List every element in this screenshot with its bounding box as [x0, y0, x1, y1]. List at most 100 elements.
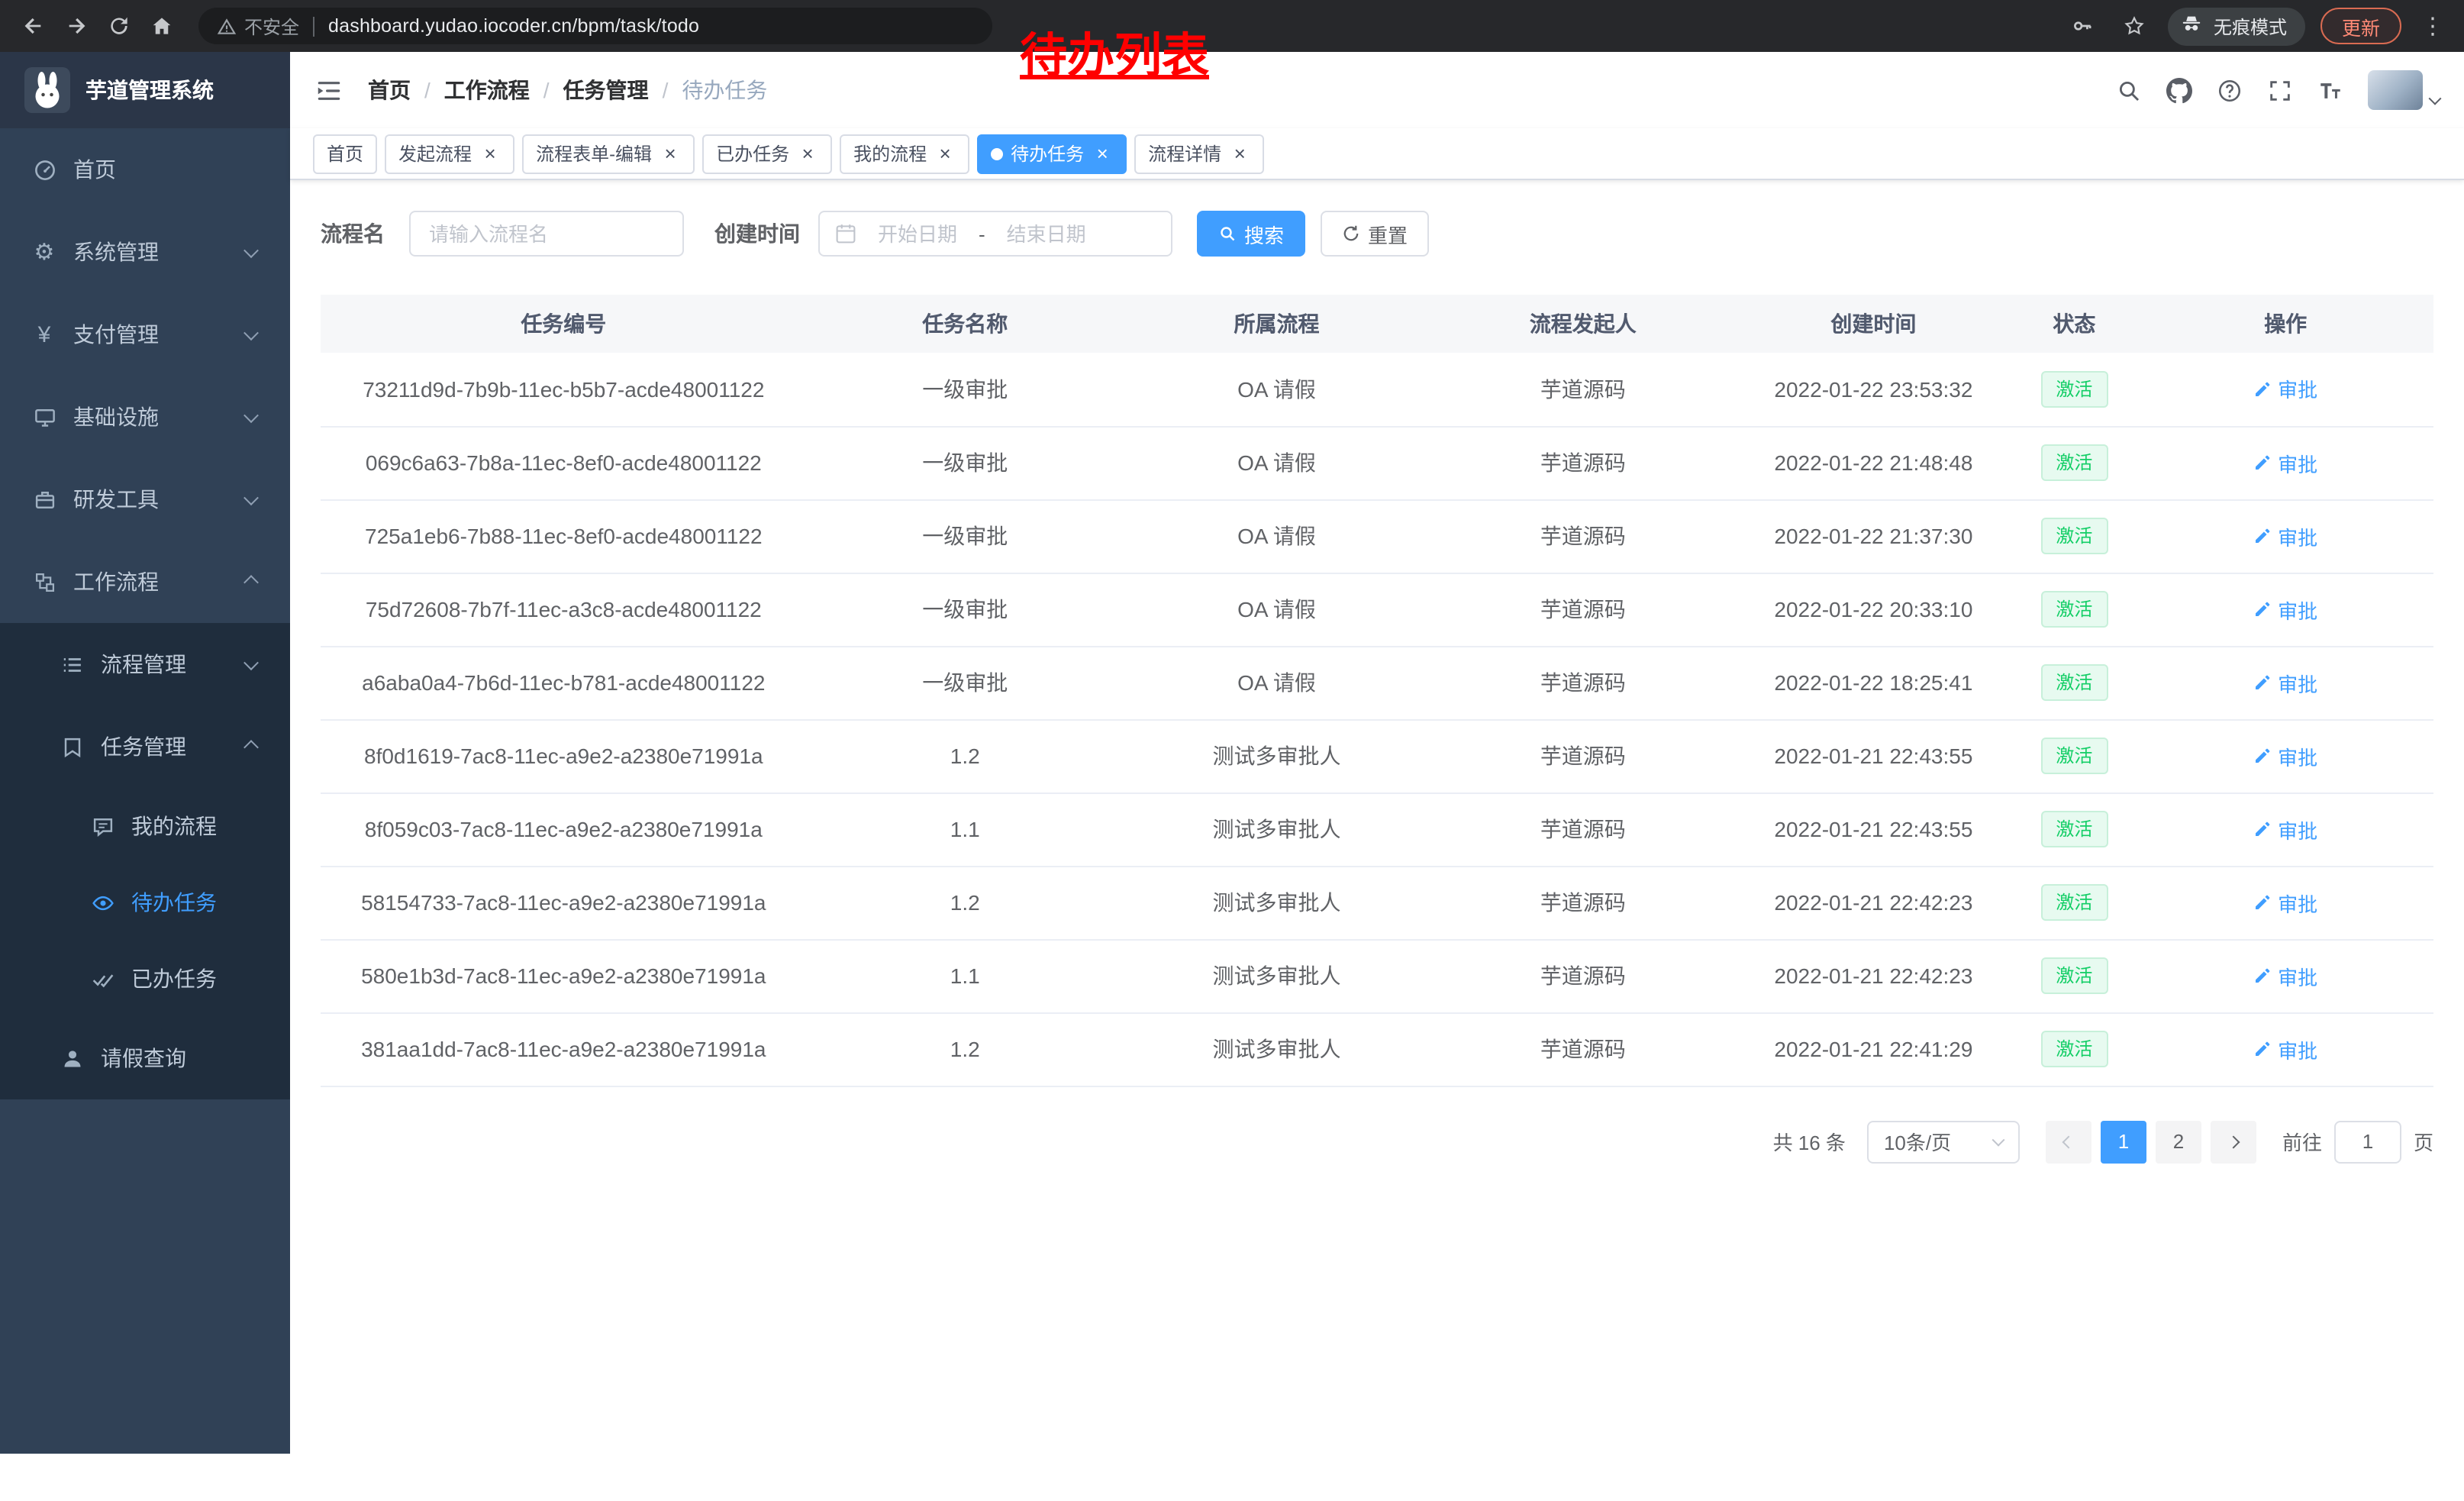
page-number-button[interactable]: 2: [2156, 1120, 2201, 1163]
browser-back-icon[interactable]: [15, 8, 52, 44]
end-date-input[interactable]: [992, 222, 1101, 245]
search-button[interactable]: 搜索: [1197, 211, 1305, 257]
goto-page-input[interactable]: [2334, 1120, 2401, 1163]
approve-link[interactable]: 审批: [2253, 888, 2317, 917]
sidebar-item[interactable]: 任务管理: [0, 705, 290, 788]
update-button[interactable]: 更新: [2320, 8, 2401, 44]
approve-link[interactable]: 审批: [2253, 815, 2317, 844]
address-bar[interactable]: 不安全 dashboard.yudao.iocoder.cn/bpm/task/…: [198, 8, 992, 44]
edit-icon: [2253, 1040, 2272, 1058]
column-header: 任务名称: [807, 295, 1124, 353]
browser-forward-icon[interactable]: [58, 8, 95, 44]
cell-task-name: 1.1: [807, 792, 1124, 866]
tab-item[interactable]: 流程详情 ×: [1134, 134, 1264, 173]
approve-link[interactable]: 审批: [2253, 595, 2317, 624]
approve-link[interactable]: 审批: [2253, 448, 2317, 477]
cell-status: 激活: [2011, 719, 2137, 792]
cell-task-name: 1.1: [807, 939, 1124, 1012]
divider: [313, 16, 314, 36]
approve-link[interactable]: 审批: [2253, 1035, 2317, 1064]
cell-task-id: 58154733-7ac8-11ec-a9e2-a2380e71991a: [321, 866, 807, 939]
tab-item[interactable]: 待办任务 ×: [977, 134, 1127, 173]
table-row: 069c6a63-7b8a-11ec-8ef0-acde48001122 一级审…: [321, 426, 2433, 499]
annotation-text: 待办列表: [1020, 17, 1209, 86]
search-icon[interactable]: [2116, 77, 2142, 103]
chevron-icon: [243, 324, 259, 340]
sidebar-item[interactable]: 工作流程: [0, 541, 290, 623]
font-size-icon[interactable]: [2317, 77, 2343, 103]
approve-link[interactable]: 审批: [2253, 741, 2317, 770]
app-logo[interactable]: 芋道管理系统: [0, 52, 290, 128]
next-page-button[interactable]: [2211, 1120, 2256, 1163]
tab-item[interactable]: 我的流程 ×: [840, 134, 969, 173]
status-badge: 激活: [2040, 738, 2108, 774]
breadcrumb-separator: /: [543, 78, 550, 102]
browser-home-icon[interactable]: [144, 8, 180, 44]
security-warning-icon[interactable]: [217, 16, 244, 36]
status-badge: 激活: [2040, 811, 2108, 847]
monitor-icon: [31, 403, 58, 431]
toolbox-icon: [31, 486, 58, 513]
approve-link[interactable]: 审批: [2253, 375, 2317, 404]
close-icon[interactable]: ×: [1092, 143, 1113, 164]
key-icon[interactable]: [2064, 8, 2101, 44]
tab-item[interactable]: 首页: [313, 134, 377, 173]
close-icon[interactable]: ×: [660, 143, 681, 164]
edit-icon: [2253, 454, 2272, 472]
sidebar-item[interactable]: ¥ 支付管理: [0, 293, 290, 376]
close-icon[interactable]: ×: [1229, 143, 1250, 164]
browser-reload-icon[interactable]: [101, 8, 137, 44]
cell-created-time: 2022-01-22 21:48:48: [1737, 426, 2011, 499]
column-header: 操作: [2137, 295, 2433, 353]
close-icon[interactable]: ×: [934, 143, 956, 164]
close-icon[interactable]: ×: [797, 143, 818, 164]
filter-name-label: 流程名: [321, 218, 385, 249]
process-name-input[interactable]: [409, 211, 684, 257]
star-icon[interactable]: [2116, 8, 2153, 44]
user-avatar[interactable]: [2368, 70, 2440, 110]
app: 芋道管理系统 首页 ⚙ 系统管理 ¥ 支付管理 基础设施 研发工具 工作流程 流…: [0, 52, 2464, 1501]
status-badge: 激活: [2040, 957, 2108, 994]
sidebar-toggle-icon[interactable]: [314, 76, 343, 105]
close-icon[interactable]: ×: [479, 143, 501, 164]
sidebar-item[interactable]: 我的流程: [0, 788, 290, 864]
browser-menu-icon[interactable]: ⋮: [2417, 12, 2449, 40]
help-icon[interactable]: [2217, 77, 2243, 103]
table-row: 58154733-7ac8-11ec-a9e2-a2380e71991a 1.2…: [321, 866, 2433, 939]
tab-item[interactable]: 发起流程 ×: [385, 134, 514, 173]
avatar-image: [2368, 70, 2423, 110]
sidebar-item[interactable]: 研发工具: [0, 458, 290, 541]
column-header: 流程发起人: [1430, 295, 1736, 353]
cell-task-name: 1.2: [807, 1012, 1124, 1086]
status-badge: 激活: [2040, 884, 2108, 921]
page-number-button[interactable]: 1: [2101, 1120, 2146, 1163]
list-icon: [58, 650, 85, 678]
sidebar-item[interactable]: 基础设施: [0, 376, 290, 458]
github-icon[interactable]: [2166, 77, 2192, 103]
fullscreen-icon[interactable]: [2267, 77, 2293, 103]
cell-action: 审批: [2137, 353, 2433, 426]
double-check-icon: [89, 965, 116, 993]
start-date-input[interactable]: [863, 222, 972, 245]
approve-link[interactable]: 审批: [2253, 961, 2317, 990]
user-icon: [58, 1044, 85, 1072]
sidebar-item[interactable]: 待办任务: [0, 864, 290, 941]
cell-action: 审批: [2137, 939, 2433, 1012]
page-numbers: 12: [2096, 1120, 2206, 1163]
date-range-picker[interactable]: -: [818, 211, 1172, 257]
sidebar-item[interactable]: 请假查询: [0, 1017, 290, 1099]
approve-link[interactable]: 审批: [2253, 668, 2317, 697]
sidebar-item[interactable]: 已办任务: [0, 941, 290, 1017]
approve-link[interactable]: 审批: [2253, 521, 2317, 550]
prev-page-button[interactable]: [2046, 1120, 2091, 1163]
chevron-icon: [243, 489, 259, 505]
sidebar-item[interactable]: ⚙ 系统管理: [0, 211, 290, 293]
page-size-select[interactable]: 10条/页: [1867, 1120, 2020, 1163]
reset-button[interactable]: 重置: [1321, 211, 1429, 257]
sidebar-item[interactable]: 首页: [0, 128, 290, 211]
cell-task-id: 725a1eb6-7b88-11ec-8ef0-acde48001122: [321, 499, 807, 573]
sidebar-item[interactable]: 流程管理: [0, 623, 290, 705]
page-size-value: 10条/页: [1884, 1127, 1951, 1156]
tab-item[interactable]: 流程表单-编辑 ×: [522, 134, 695, 173]
tab-item[interactable]: 已办任务 ×: [702, 134, 832, 173]
